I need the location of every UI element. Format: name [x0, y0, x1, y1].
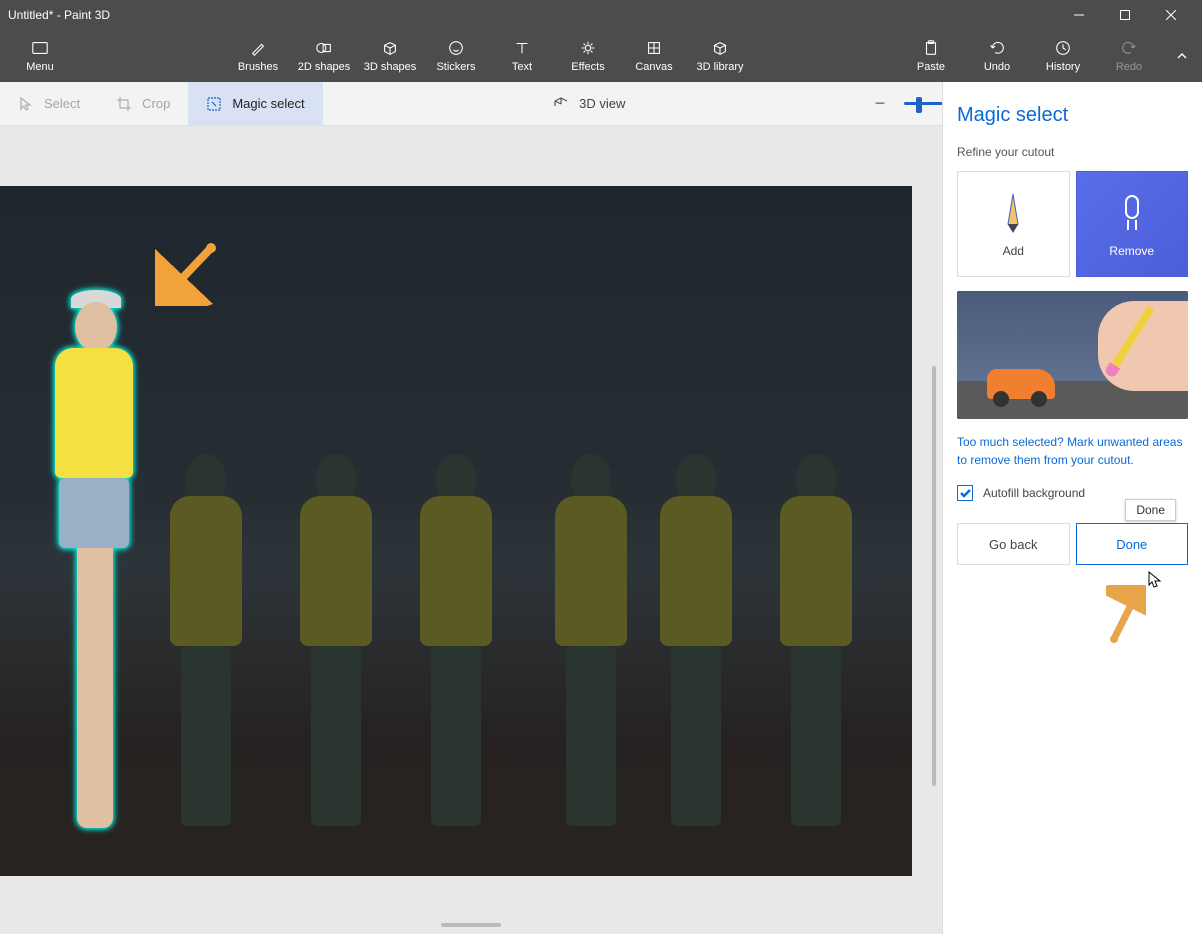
stickers-tool[interactable]: Stickers: [423, 30, 489, 82]
remove-tool[interactable]: Remove: [1076, 171, 1189, 277]
background-person: [300, 454, 372, 826]
annotation-arrow-icon: [155, 236, 225, 311]
cursor-icon: [1148, 571, 1162, 594]
title-bar: Untitled* - Paint 3D: [0, 0, 1202, 30]
go-back-button[interactable]: Go back: [957, 523, 1070, 565]
undo-button[interactable]: Undo: [964, 30, 1030, 82]
3d-shapes-tool[interactable]: 3D shapes: [357, 30, 423, 82]
selected-cutout[interactable]: [55, 290, 133, 828]
background-person: [420, 454, 492, 826]
done-button[interactable]: Done: [1076, 523, 1189, 565]
minimize-button[interactable]: [1056, 0, 1102, 30]
ribbon-right: Paste Undo History Redo: [898, 30, 1162, 82]
done-tooltip: Done: [1125, 499, 1176, 521]
vertical-scrollbar[interactable]: [932, 366, 936, 786]
demo-illustration: [957, 291, 1188, 419]
paste-button[interactable]: Paste: [898, 30, 964, 82]
redo-button: Redo: [1096, 30, 1162, 82]
background-person: [170, 454, 242, 826]
menu-button[interactable]: Menu: [0, 30, 80, 82]
magic-select-button[interactable]: Magic select: [188, 82, 322, 126]
close-button[interactable]: [1148, 0, 1194, 30]
3d-library-tool[interactable]: 3D library: [687, 30, 753, 82]
maximize-button[interactable]: [1102, 0, 1148, 30]
text-tool[interactable]: Text: [489, 30, 555, 82]
panel-title: Magic select: [957, 104, 1188, 127]
canvas-area: [0, 126, 942, 934]
canvas-tool[interactable]: Canvas: [621, 30, 687, 82]
background-person: [660, 454, 732, 826]
panel-description: Too much selected? Mark unwanted areas t…: [957, 433, 1188, 469]
panel-subtitle: Refine your cutout: [957, 145, 1188, 159]
expand-ribbon-button[interactable]: [1162, 30, 1202, 82]
window-title: Untitled* - Paint 3D: [8, 8, 1056, 22]
zoom-out-button[interactable]: −: [870, 93, 890, 114]
side-panel: Magic select Refine your cutout Add Remo…: [942, 82, 1202, 934]
crop-button: Crop: [98, 82, 188, 126]
brushes-tool[interactable]: Brushes: [225, 30, 291, 82]
horizontal-scrollbar[interactable]: [0, 916, 942, 934]
effects-tool[interactable]: Effects: [555, 30, 621, 82]
add-tool[interactable]: Add: [957, 171, 1070, 277]
background-person: [780, 454, 852, 826]
background-person: [555, 454, 627, 826]
history-button[interactable]: History: [1030, 30, 1096, 82]
select-button: Select: [0, 82, 98, 126]
3d-view-button[interactable]: 3D view: [535, 82, 643, 126]
annotation-arrow-icon: [1106, 585, 1146, 650]
checkbox-icon: [957, 485, 973, 501]
2d-shapes-tool[interactable]: 2D shapes: [291, 30, 357, 82]
ribbon: Menu Brushes 2D shapes 3D shapes Sticker…: [0, 30, 1202, 82]
canvas[interactable]: [0, 186, 912, 876]
ribbon-tools: Brushes 2D shapes 3D shapes Stickers Tex…: [225, 30, 753, 82]
